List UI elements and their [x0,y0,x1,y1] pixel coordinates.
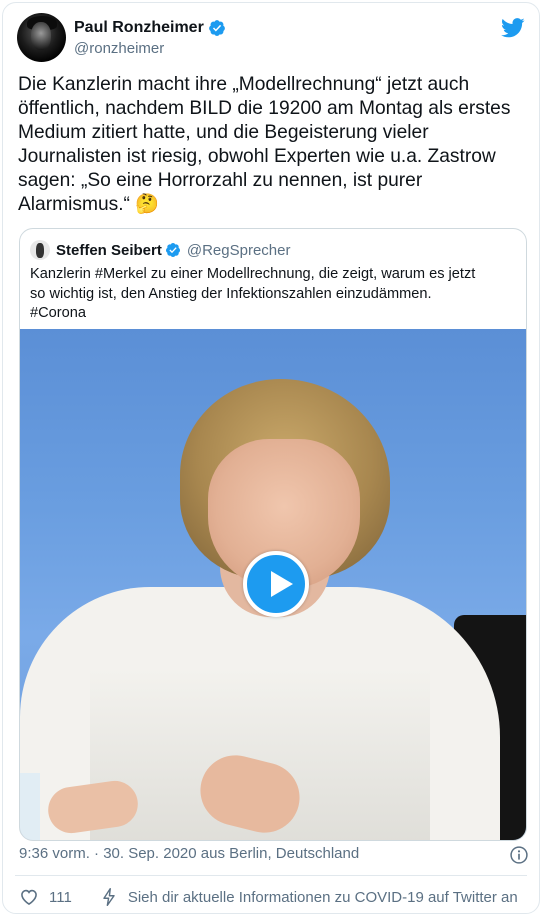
twitter-bird-icon[interactable] [501,17,525,39]
author-handle[interactable]: @ronzheimer [74,40,226,57]
video-thumbnail[interactable] [20,329,526,840]
quoted-tweet-header: Steffen Seibert @RegSprecher [30,239,290,261]
author-avatar[interactable] [17,13,66,62]
tweet-header: Paul Ronzheimer @ronzheimer [17,13,525,69]
info-icon[interactable] [509,845,529,865]
author-display-name[interactable]: Paul Ronzheimer [74,19,204,37]
play-icon[interactable] [243,551,309,617]
quoted-author-avatar[interactable] [30,240,50,260]
tweet-text-line: sagen: „So eine Horrorzahl zu nennen, is… [18,170,423,191]
covid-info-link[interactable]: Sieh dir aktuelle Informationen zu COVID… [128,889,518,906]
tweet-text-line: Die Kanzlerin macht ihre „Modellrechnung… [18,74,470,95]
tweet-timestamp[interactable]: 9:36 vorm. · 30. Sep. 2020 aus Berlin, D… [19,845,359,862]
tweet-text-line: Alarmismus.“ 🤔 [18,194,160,215]
water-glass-shape [20,773,40,840]
quoted-author-display-name[interactable]: Steffen Seibert [56,242,162,259]
author-display-name-row[interactable]: Paul Ronzheimer [74,19,226,37]
quoted-tweet[interactable]: Steffen Seibert @RegSprecher Kanzlerin #… [19,228,527,841]
quoted-text-line: so wichtig ist, den Anstieg der Infektio… [30,285,432,302]
like-count[interactable]: 111 [49,889,72,906]
quoted-text-line: #Corona [30,305,86,321]
divider [15,875,527,876]
verified-badge-icon [208,20,225,36]
quoted-author-handle[interactable]: @RegSprecher [187,242,291,259]
tweet-text-line: Journalisten ist riesig, obwohl Experten… [18,146,496,167]
verified-badge-icon [165,243,180,257]
tweet-meta: 9:36 vorm. · 30. Sep. 2020 aus Berlin, D… [19,845,529,867]
quoted-text-line: Kanzlerin #Merkel zu einer Modellrechnun… [30,266,476,282]
heart-icon[interactable] [19,887,39,907]
tweet-actions: 111 Sieh dir aktuelle Informationen zu C… [19,885,529,909]
quoted-tweet-text: Kanzlerin #Merkel zu einer Modellrechnun… [30,265,520,324]
tweet-text-line: Medium zitiert hatte, und die Begeisteru… [18,122,429,143]
lightning-icon [103,887,115,907]
tweet-text-line: öffentlich, nachdem BILD die 19200 am Mo… [18,98,511,119]
author-name-block: Paul Ronzheimer @ronzheimer [74,19,226,57]
tweet-card: Paul Ronzheimer @ronzheimer Die Kanzleri… [2,2,540,914]
tweet-text: Die Kanzlerin macht ihre „Modellrechnung… [18,73,528,217]
